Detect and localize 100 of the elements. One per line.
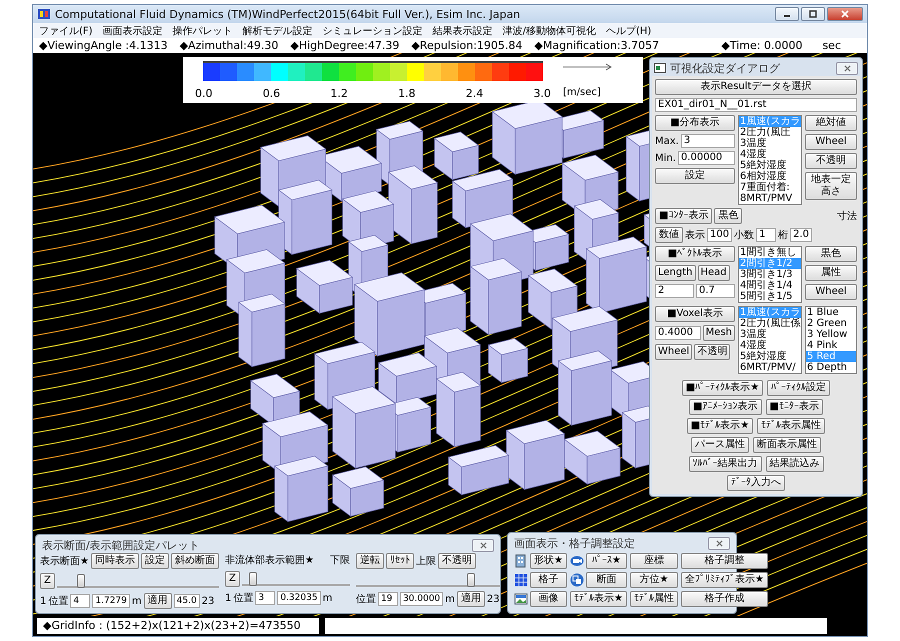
list-item[interactable]: 3温度 <box>739 138 801 149</box>
list-item[interactable]: 4湿度 <box>739 340 801 351</box>
mesh-button[interactable]: Mesh <box>702 325 735 341</box>
apply-button[interactable]: 適用 <box>144 593 172 609</box>
action-button[interactable]: 結果読込み <box>766 456 824 472</box>
close-button[interactable] <box>836 62 858 74</box>
list-item[interactable]: 5絶対湿度 <box>739 160 801 171</box>
action-button[interactable]: ■ｱﾆﾒｰｼｮﾝ表示 <box>689 399 762 415</box>
vector-button[interactable]: ■ﾍﾞｸﾄﾙ表示 <box>655 246 735 262</box>
list-item[interactable]: 4間引き1/4 <box>739 280 801 291</box>
list-item[interactable]: 8MRT/PMV <box>739 193 801 204</box>
min-field[interactable]: 0.00000 <box>678 151 735 165</box>
menu-item[interactable]: 画面表示設定 <box>102 24 163 38</box>
option-button[interactable]: 属性 <box>805 265 857 281</box>
axis-button[interactable]: Z <box>40 573 55 589</box>
voxel-field[interactable]: 0.4000 <box>655 326 701 340</box>
coordinate-field[interactable]: 30.0000 <box>400 592 444 606</box>
close-button[interactable] <box>472 538 494 552</box>
contour-button[interactable]: ■ｺﾝﾀｰ表示 <box>655 208 712 224</box>
menu-item[interactable]: 津波/移動物体可視化 <box>502 24 596 38</box>
head-button[interactable]: Head <box>698 265 730 281</box>
range-button[interactable]: 逆転 <box>356 553 384 569</box>
list-item[interactable]: 5絶対湿度 <box>739 351 801 362</box>
color-button[interactable]: 黒色 <box>714 208 742 224</box>
action-button[interactable]: パース属性 <box>691 437 749 453</box>
option-button[interactable]: 絶対値 <box>805 115 857 131</box>
list-item[interactable]: 6MRT/PMV/ <box>739 362 801 373</box>
option-button[interactable]: Wheel <box>805 284 857 300</box>
action-button[interactable]: ｿﾙﾊﾞｰ結果出力 <box>688 456 762 472</box>
action-button[interactable]: ■ﾓﾃﾞﾙ表示★ <box>686 418 754 434</box>
menu-item[interactable]: 結果表示設定 <box>432 24 493 38</box>
list-item[interactable]: 7重面付着: <box>739 182 801 193</box>
head-field[interactable]: 0.7 <box>696 284 735 298</box>
list-item[interactable]: 3間引き1/3 <box>739 269 801 280</box>
display-button[interactable]: ﾊﾟｰｽ★ <box>586 553 627 569</box>
index-field[interactable]: 19 <box>378 592 398 606</box>
menu-item[interactable]: シミュレーション設定 <box>322 24 423 38</box>
list-item[interactable]: 6 Depth <box>806 362 856 373</box>
coordinate-field[interactable]: 1.7279 <box>92 594 130 608</box>
list-item[interactable]: 5間引き1/5 <box>739 291 801 302</box>
option-button[interactable]: 黒色 <box>805 246 857 262</box>
slider-thumb[interactable] <box>466 573 475 587</box>
length-field[interactable]: 2 <box>655 284 694 298</box>
distribution-button[interactable]: ■分布表示 <box>655 115 735 131</box>
set-button[interactable]: 設定 <box>655 168 735 184</box>
action-button[interactable]: ■ﾊﾟｰﾃｨｸﾙ表示★ <box>682 380 764 396</box>
maximize-button[interactable] <box>801 7 825 21</box>
menu-item[interactable]: 解析モデル設定 <box>242 24 313 38</box>
display-button[interactable]: 格子 <box>530 572 567 588</box>
action-button[interactable]: ■ﾓﾆﾀｰ表示 <box>766 399 823 415</box>
minimize-button[interactable] <box>775 7 799 21</box>
close-button[interactable] <box>827 7 863 21</box>
value-button[interactable]: 数値 <box>655 227 683 243</box>
slider-thumb[interactable] <box>77 574 86 588</box>
list-item[interactable]: 1 Blue <box>806 307 856 318</box>
list-item[interactable]: 4湿度 <box>739 149 801 160</box>
list-item[interactable]: 4 Pink <box>806 340 856 351</box>
display-button[interactable]: ﾓﾃﾞﾙ属性 <box>630 591 678 607</box>
wheel-button[interactable]: Wheel <box>655 344 692 360</box>
file-field[interactable]: EX01_dir01_N__01.rst <box>655 98 857 112</box>
list-item[interactable]: 6相対湿度 <box>739 171 801 182</box>
list-item[interactable]: 1間引き無し <box>739 247 801 258</box>
decimal-field[interactable]: 1 <box>756 228 776 242</box>
slider-thumb[interactable] <box>248 572 257 586</box>
index-field[interactable]: 3 <box>255 591 276 605</box>
index-field[interactable]: 4 <box>70 594 90 608</box>
display-button[interactable]: 格子調整 <box>680 553 768 569</box>
list-item[interactable]: 3温度 <box>739 329 801 340</box>
action-button[interactable]: 断面表示属性 <box>753 437 821 453</box>
section-button[interactable]: 同時表示 <box>90 553 139 569</box>
list-item[interactable]: 2圧力(風圧 <box>739 127 801 138</box>
length-button[interactable]: Length <box>655 265 696 281</box>
menu-item[interactable]: ヘルプ(H) <box>606 24 652 38</box>
display-button[interactable]: 全ﾌﾟﾘﾐﾃｨﾌﾞ表示★ <box>680 572 768 588</box>
opaque-button[interactable]: 不透明 <box>694 344 730 360</box>
display-button[interactable]: 方位★ <box>630 572 678 588</box>
list-item[interactable]: 2 Green <box>806 318 856 329</box>
coordinate-field[interactable]: 0.32035 <box>277 591 321 605</box>
action-button[interactable]: ﾊﾟｰﾃｨｸﾙ設定 <box>767 380 830 396</box>
display-button[interactable]: 断面 <box>586 572 627 588</box>
display-button[interactable]: 形状★ <box>530 553 567 569</box>
display-button[interactable]: 画像 <box>530 591 567 607</box>
action-button[interactable]: ﾓﾃﾞﾙ表示属性 <box>757 418 826 434</box>
max-field[interactable]: 3 <box>680 134 735 148</box>
list-item[interactable]: 2圧力(風圧係 <box>739 318 801 329</box>
action-button[interactable]: ﾃﾞｰﾀ入力へ <box>727 475 785 491</box>
section-button[interactable]: 斜め断面 <box>170 553 219 569</box>
range-button[interactable]: ﾘｾｯﾄ <box>386 553 414 569</box>
option-button[interactable]: Wheel <box>805 134 857 150</box>
menu-item[interactable]: 操作パレット <box>172 24 233 38</box>
voxel-button[interactable]: ■Voxel表示 <box>655 306 735 322</box>
option-button[interactable]: 不透明 <box>805 153 857 169</box>
display-button[interactable]: ﾓﾃﾞﾙ表示★ <box>570 591 627 607</box>
size-field[interactable]: 2.0 <box>790 228 812 242</box>
angle-field[interactable]: 45.0 <box>174 594 200 608</box>
option-button[interactable]: 地表一定高さ <box>805 172 857 200</box>
section-button[interactable]: 設定 <box>140 553 169 569</box>
opaque-button[interactable]: 不透明 <box>438 553 476 569</box>
apply-button[interactable]: 適用 <box>456 591 485 607</box>
menu-item[interactable]: ファイル(F) <box>39 24 93 38</box>
